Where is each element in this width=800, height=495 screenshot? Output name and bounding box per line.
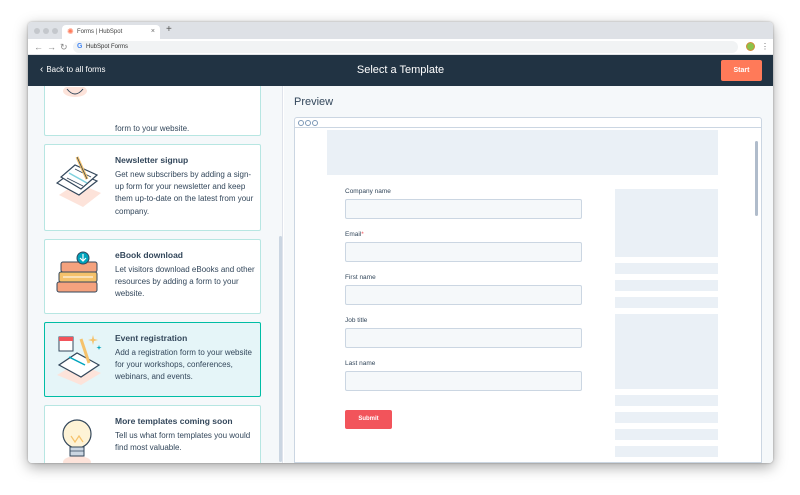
preview-panel: Preview Company name Email* First name J… [284,86,773,463]
field-label-first-name: First name [345,274,376,281]
field-label-job-title: Job title [345,317,368,324]
template-card-title: Newsletter signup [115,155,189,165]
window-maximize-dot[interactable] [52,28,58,34]
field-label-email: Email* [345,231,364,239]
template-card-ebook[interactable]: eBook download Let visitors download eBo… [44,239,261,314]
profile-avatar[interactable] [746,42,755,51]
tab-title: Forms | HubSpot [77,29,123,35]
template-card-description: Tell us what form templates you would fi… [115,431,251,453]
field-label-company-name: Company name [345,188,391,195]
app-header: ‹ Back to all forms Select a Template Sta… [28,55,773,86]
preview-frame: Company name Email* First name Job title… [294,117,762,463]
first-name-input[interactable] [345,285,582,305]
preview-dot-icon [298,120,304,126]
email-input[interactable] [345,242,582,262]
sidebar-placeholder [615,429,718,440]
template-card-event[interactable]: Event registration Add a registration fo… [44,322,261,397]
template-card-title: Event registration [115,333,188,343]
google-icon: G [77,43,83,50]
template-card-description: Let visitors download eBooks and other r… [115,265,255,299]
address-text[interactable]: HubSpot Forms [86,43,128,51]
job-title-input[interactable] [345,328,582,348]
reload-icon[interactable]: ↻ [60,42,68,52]
preview-dot-icon [312,120,318,126]
template-card-title: eBook download [115,250,183,260]
event-illustration-icon [57,335,102,385]
sidebar-placeholder [615,446,718,457]
template-card-title: More templates coming soon [115,416,233,426]
field-label-text: Email [345,231,362,238]
template-card-contact[interactable]: form to your website. [44,86,261,136]
browser-window: ✺ Forms | HubSpot × + ← → ↻ G HubSpot Fo… [28,22,773,463]
submit-button[interactable]: Submit [345,410,392,429]
sidebar-placeholder [615,412,718,423]
sidebar-placeholder [615,395,718,406]
window-minimize-dot[interactable] [43,28,49,34]
browser-toolbar: ← → ↻ G HubSpot Forms ⋮ [28,39,773,55]
template-list[interactable]: form to your website. Newsletter signup … [28,86,283,463]
preview-hero-placeholder [327,130,718,175]
preview-frame-bar [295,118,761,128]
address-bar[interactable]: G HubSpot Forms [73,41,738,53]
browser-menu-icon[interactable]: ⋮ [761,42,769,51]
template-card-description: form to your website. [115,124,190,133]
page-title: Select a Template [356,64,445,76]
sidebar-placeholder [615,280,718,291]
sidebar-placeholder [615,297,718,308]
new-tab-button[interactable]: + [166,25,172,35]
template-card-description: Get new subscribers by adding a sign-up … [115,170,254,216]
ebook-illustration-icon [56,251,98,293]
window-close-dot[interactable] [34,28,40,34]
preview-dot-icon [305,120,311,126]
last-name-input[interactable] [345,371,582,391]
template-list-scrollbar[interactable] [279,236,282,462]
tab-close-icon[interactable]: × [151,28,155,36]
forward-arrow-icon[interactable]: → [47,42,56,52]
sidebar-placeholder [615,263,718,274]
tab-strip: ✺ Forms | HubSpot × + [28,22,773,39]
back-arrow-icon[interactable]: ← [34,42,43,52]
contact-illustration-icon [63,87,87,97]
hubspot-favicon-icon: ✺ [67,27,74,36]
browser-tab[interactable]: ✺ Forms | HubSpot × [62,25,160,39]
sidebar-placeholder [615,189,718,257]
sidebar-placeholder [615,321,718,389]
start-button[interactable]: Start [721,60,762,81]
template-card-more[interactable]: More templates coming soon Tell us what … [44,405,261,463]
template-card-description: Add a registration form to your website … [115,348,252,382]
newsletter-illustration-icon [55,156,101,207]
preview-title: Preview [294,96,334,108]
required-mark: * [361,231,364,238]
template-card-newsletter[interactable]: Newsletter signup Get new subscribers by… [44,144,261,231]
preview-scrollbar[interactable] [755,141,758,216]
field-label-last-name: Last name [345,360,376,367]
company-name-input[interactable] [345,199,582,219]
lightbulb-illustration-icon [62,419,92,463]
